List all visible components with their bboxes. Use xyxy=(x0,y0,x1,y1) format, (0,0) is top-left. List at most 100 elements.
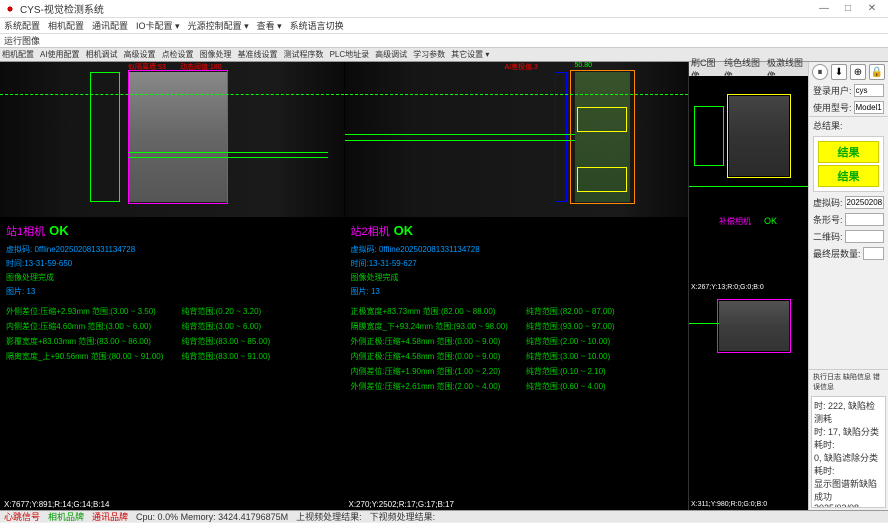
range-line: 纯背范围:(3.00 ~ 6.00) xyxy=(181,321,270,332)
range-line: 纯背范围:(0.10 ~ 2.10) xyxy=(526,366,615,377)
virtual-code: 虚拟码: 0ffline202502081331134728 xyxy=(6,244,338,255)
menu-item[interactable]: 通讯配置 xyxy=(92,19,128,32)
timestamp: 时间:13-31-59-627 xyxy=(351,258,683,269)
camera1-info: 站1相机 OK 虚拟码: 0ffline202502081331134728 时… xyxy=(0,217,344,510)
camera-name: 站1相机 xyxy=(6,223,45,239)
measure-line: 影覆宽度+83.03mm 范围:(83.00 ~ 86.00) xyxy=(6,336,163,347)
measure-line: 外侧差位:压缩+2.93mm 范围:(3.00 ~ 3.50) xyxy=(6,306,163,317)
status-cpu: Cpu: 0.0% Memory: 3424.41796875M xyxy=(136,512,288,522)
measure-line: 外侧差位:压缩+2.61mm 范围:(2.00 ~ 4.00) xyxy=(351,381,508,392)
proc-status: 图像处理完成 xyxy=(6,272,338,283)
user-label: 登录用户: xyxy=(813,84,852,97)
tab[interactable]: 点检设置 xyxy=(162,49,194,60)
tab[interactable]: 测试程序数 xyxy=(284,49,324,60)
camera2-info: 站2相机 OK 虚拟码: 0ffline202502081331134728 时… xyxy=(345,217,689,510)
tab[interactable]: 高级设置 xyxy=(124,49,156,60)
status-heartbeat: 心跳信号 xyxy=(4,510,40,523)
measure-line: 隔离宽度_上+90.56mm 范围:(80.00 ~ 91.00) xyxy=(6,351,163,362)
status-up: 上视频处理结果: xyxy=(296,510,362,523)
status-ok: OK xyxy=(764,216,777,226)
image-count: 图片: 13 xyxy=(6,286,338,297)
coord-readout: X:311;Y:980;R:0;G:0;B:0 xyxy=(689,499,808,510)
download-icon[interactable]: ⬇ xyxy=(831,64,847,80)
field-label: 二维码: xyxy=(813,230,843,243)
range-line: 纯背范围:(0.20 ~ 3.20) xyxy=(181,306,270,317)
menu-item[interactable]: 光源控制配置 ▾ xyxy=(188,19,249,32)
tab[interactable]: 图像处理 xyxy=(200,49,232,60)
menu-bar: 系统配置 相机配置 通讯配置 IO卡配置 ▾ 光源控制配置 ▾ 查看 ▾ 系统语… xyxy=(0,18,888,34)
model-field[interactable] xyxy=(854,101,884,114)
tab[interactable]: 相机调试 xyxy=(86,49,118,60)
maximize-button[interactable]: □ xyxy=(836,1,860,17)
range-line: 纯背范围:(83.00 ~ 91.00) xyxy=(181,351,270,362)
layers-field[interactable] xyxy=(863,247,884,260)
camera1-view[interactable]: 似隔离墙:93 动态阈值:180 xyxy=(0,62,344,217)
result-button[interactable]: 结果 xyxy=(818,141,879,163)
range-line: 纯背范围:(2.00 ~ 10.00) xyxy=(526,336,615,347)
pause-button[interactable]: ⏸ xyxy=(812,64,828,80)
measure-line: 内侧正极:压缩+4.58mm 范围:(0.00 ~ 9.00) xyxy=(351,351,508,362)
tab[interactable]: 其它设置 ▾ xyxy=(451,49,489,60)
qrcode-field[interactable] xyxy=(845,230,884,243)
log-tabs[interactable]: 执行日志 缺陷信息 错误信息 xyxy=(809,369,888,394)
overlay-label: 50.80 xyxy=(575,62,593,69)
measure-line: 外侧正极:压缩+4.58mm 范围:(0.00 ~ 9.00) xyxy=(351,336,508,347)
app-logo xyxy=(4,3,16,15)
menu-item[interactable]: 系统语言切换 xyxy=(290,19,344,32)
coord-readout: X:267;Y:13;R:0;G:0;B:0 xyxy=(689,282,808,293)
camera2-view[interactable]: AI差极值.3 50.80 xyxy=(345,62,689,217)
range-line: 纯背范围:(0.60 ~ 4.00) xyxy=(526,381,615,392)
overlay-label: 似隔离墙:93 xyxy=(128,62,166,72)
right-tabs: 刷C图像 纯色线图像 极激线图像 xyxy=(689,62,808,76)
menu-item[interactable]: 系统配置 xyxy=(4,19,40,32)
tab[interactable]: 高级调试 xyxy=(375,49,407,60)
range-line: 纯背范围:(82.00 ~ 87.00) xyxy=(526,306,615,317)
tab[interactable]: 基准线设置 xyxy=(238,49,278,60)
log-panel: 时: 222, 缺陷检测耗时: 17, 缺陷分类耗时:0, 缺陷滤除分类耗时: … xyxy=(811,396,886,509)
user-field[interactable] xyxy=(854,84,884,97)
measure-line: 正极宽度+83.73mm 范围:(82.00 ~ 88.00) xyxy=(351,306,508,317)
overlay-label: AI差极值.3 xyxy=(505,62,538,72)
menu-item[interactable]: 查看 ▾ xyxy=(257,19,282,32)
right-view-2[interactable] xyxy=(689,293,808,499)
subheader-title: 运行图像 xyxy=(4,34,40,47)
status-comm: 通讯品牌 xyxy=(92,510,128,523)
status-dn: 下视频处理结果: xyxy=(370,510,436,523)
status-camera: 相机品牌 xyxy=(48,510,84,523)
minimize-button[interactable]: — xyxy=(812,1,836,17)
field-label: 最终层数量: xyxy=(813,247,861,260)
measure-line: 内侧差位:压缩4.60mm 范围:(3.00 ~ 6.00) xyxy=(6,321,163,332)
field-label: 条形号: xyxy=(813,213,843,226)
vcode-field[interactable] xyxy=(845,196,884,209)
coord-readout: X:270;Y:2502;R:17;G:17;B:17 xyxy=(345,498,689,510)
virtual-code: 虚拟码: 0ffline202502081331134728 xyxy=(351,244,683,255)
menu-item[interactable]: IO卡配置 ▾ xyxy=(136,19,180,32)
status-bar: 心跳信号 相机品牌 通讯品牌 Cpu: 0.0% Memory: 3424.41… xyxy=(0,510,888,522)
measure-line: 内侧差位:压缩+1.90mm 范围:(1.00 ~ 2.20) xyxy=(351,366,508,377)
tab[interactable]: 相机配置 xyxy=(2,49,34,60)
camera-name: 站2相机 xyxy=(351,223,390,239)
range-line: 纯背范围:(3.00 ~ 10.00) xyxy=(526,351,615,362)
tab[interactable]: 学习参数 xyxy=(413,49,445,60)
range-line: 纯背范围:(83.00 ~ 85.00) xyxy=(181,336,270,347)
lock-icon[interactable]: 🔒 xyxy=(869,64,885,80)
tab[interactable]: PLC地址录 xyxy=(330,49,370,60)
window-title: CYS-视觉检测系统 xyxy=(20,1,812,16)
image-count: 图片: 13 xyxy=(351,286,683,297)
range-line: 纯背范围:(93.00 ~ 97.00) xyxy=(526,321,615,332)
measure-line: 隔膜宽度_下+93.24mm 范围:(93.00 ~ 98.00) xyxy=(351,321,508,332)
status-ok: OK xyxy=(394,223,414,238)
proc-status: 图像处理完成 xyxy=(351,272,683,283)
model-label: 使用型号: xyxy=(813,101,852,114)
tab[interactable]: AI使用配置 xyxy=(40,49,80,60)
right-view-1[interactable]: 补偿相机 OK xyxy=(689,76,808,282)
result-button[interactable]: 结果 xyxy=(818,165,879,187)
overlay-label: 动态阈值:180 xyxy=(180,62,222,72)
close-button[interactable]: ✕ xyxy=(860,1,884,17)
menu-item[interactable]: 相机配置 xyxy=(48,19,84,32)
camera-name: 补偿相机 xyxy=(719,216,751,227)
settings-icon[interactable]: ⊕ xyxy=(850,64,866,80)
coord-readout: X:7677;Y:891;R:14;G:14;B:14 xyxy=(0,498,344,510)
status-ok: OK xyxy=(49,223,69,238)
barcode-field[interactable] xyxy=(845,213,884,226)
